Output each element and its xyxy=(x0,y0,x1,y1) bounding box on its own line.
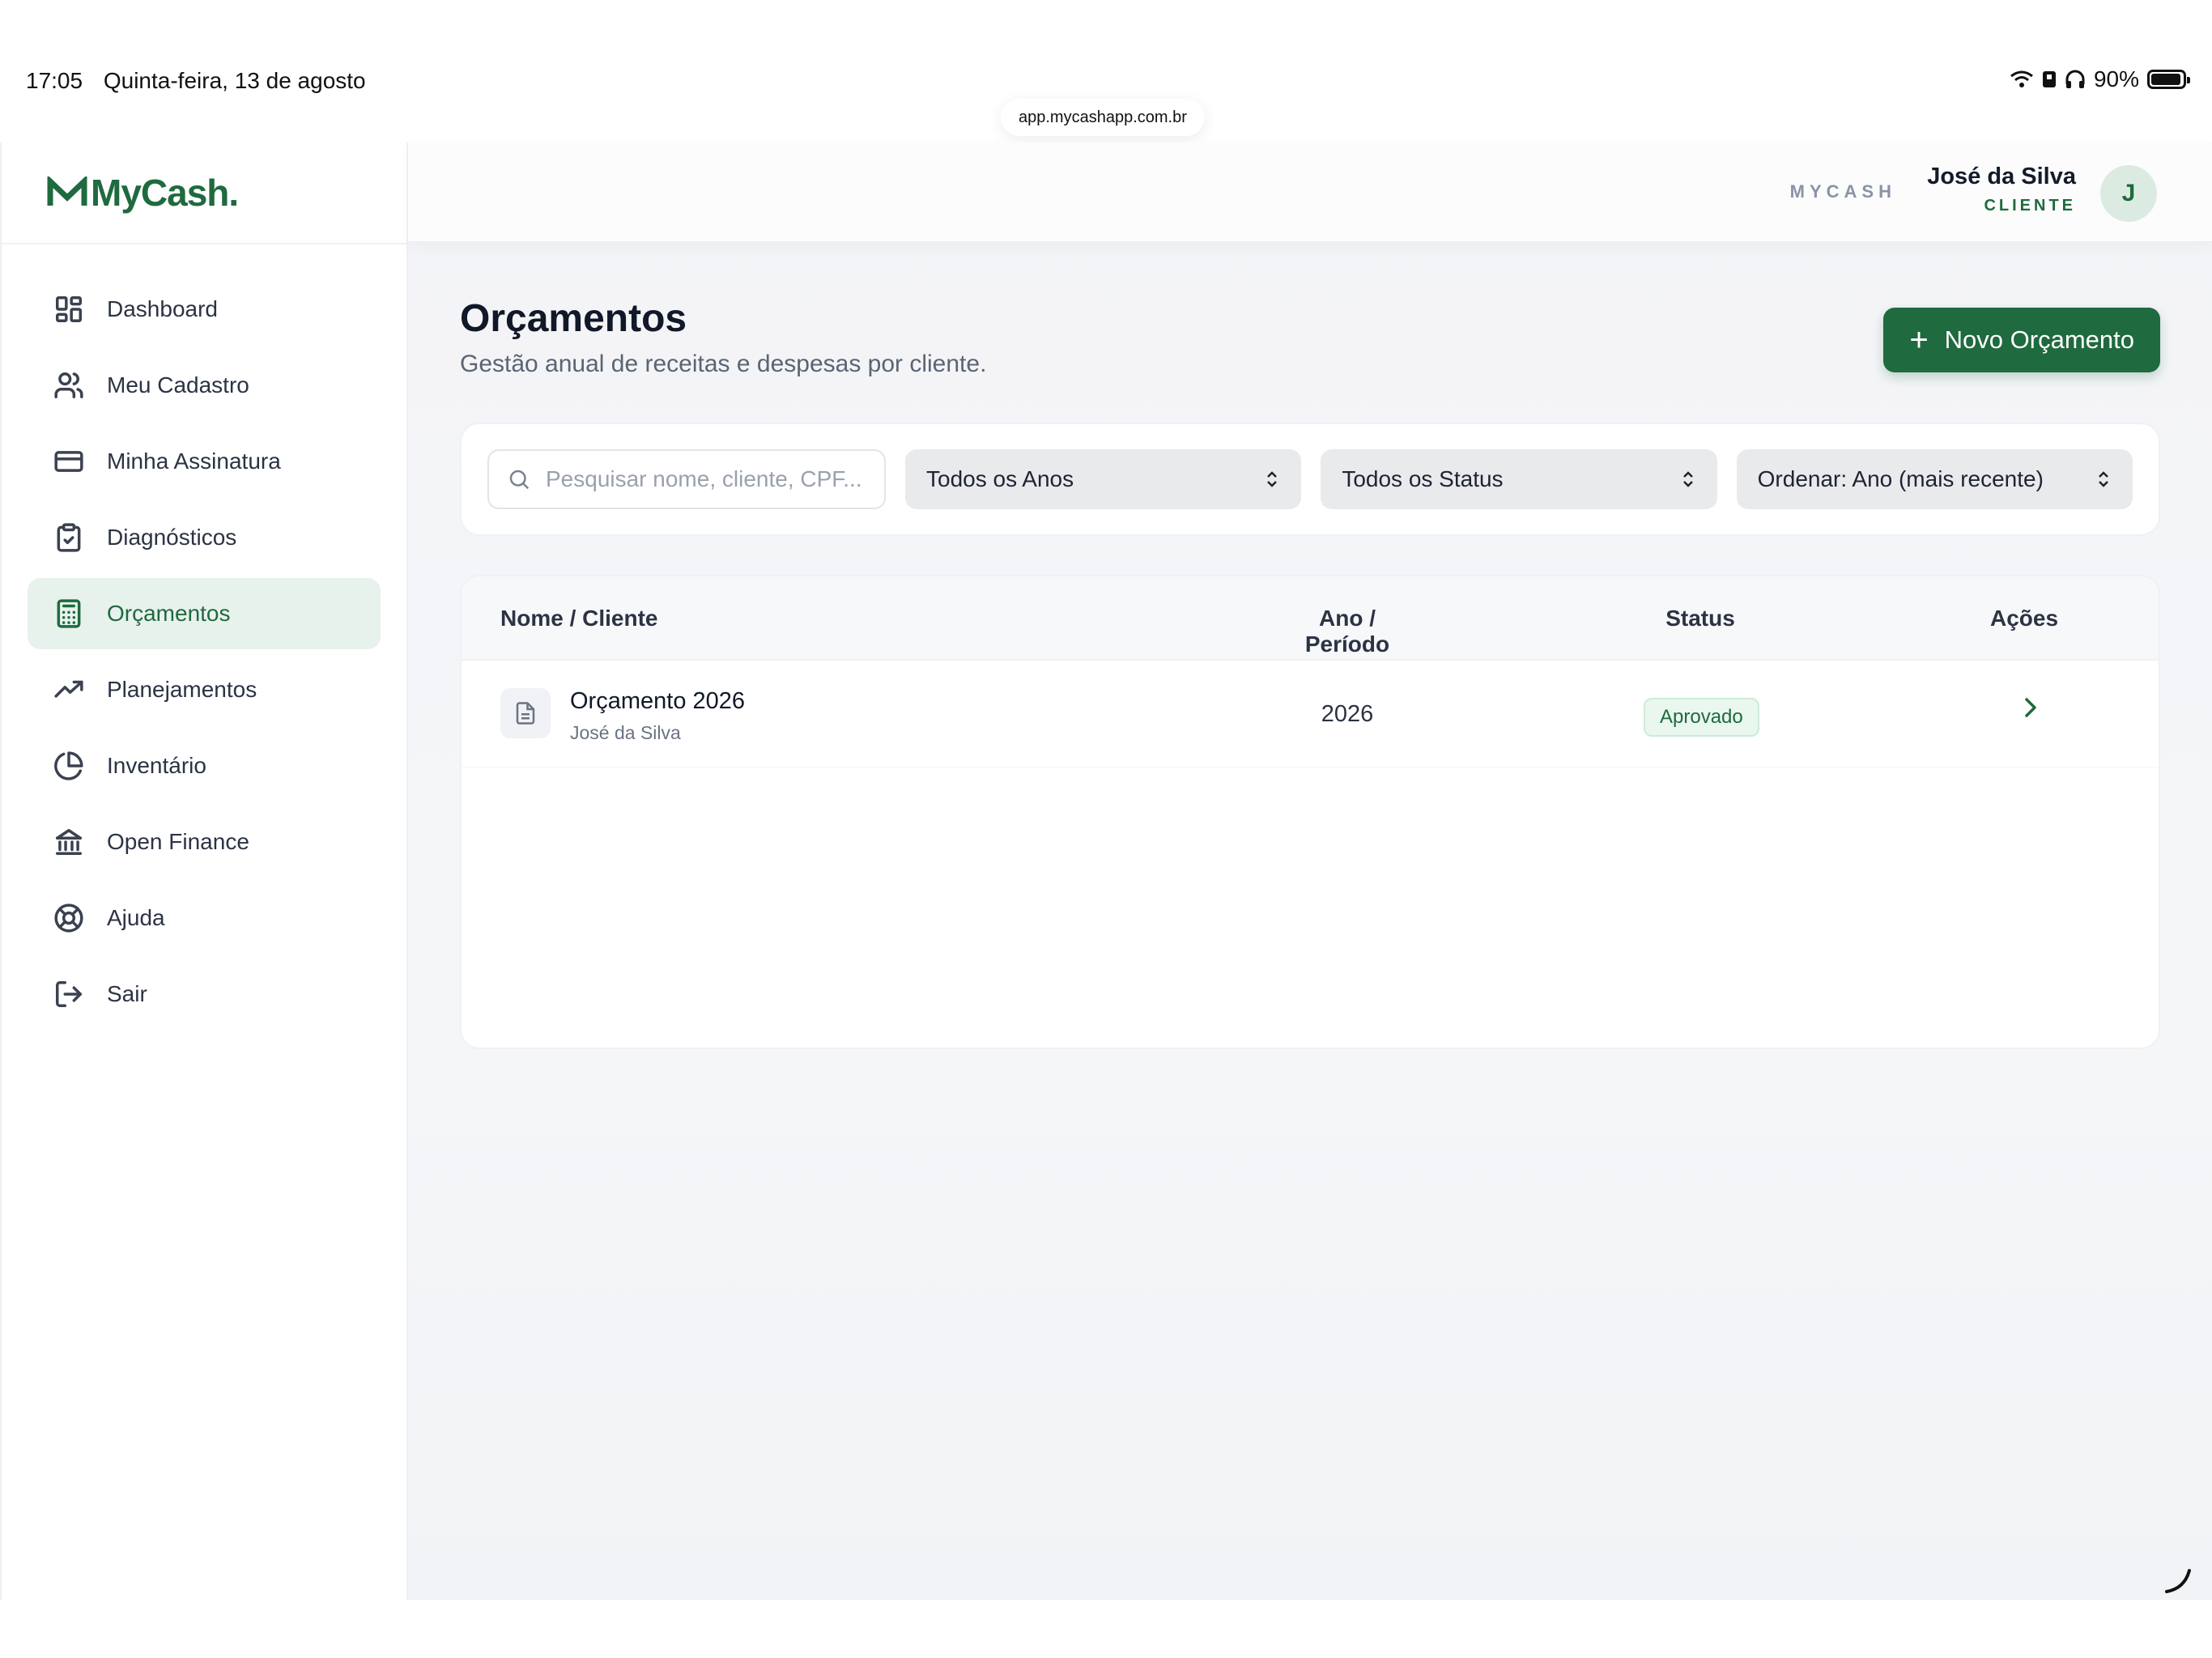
users-icon xyxy=(53,370,84,401)
sidebar-item-meu-cadastro[interactable]: Meu Cadastro xyxy=(28,350,381,421)
sidebar-item-dashboard[interactable]: Dashboard xyxy=(28,274,381,345)
column-header-actions: Ações xyxy=(1989,606,2059,631)
order-select-value: Ordenar: Ano (mais recente) xyxy=(1757,466,2044,491)
user-info[interactable]: José da Silva CLIENTE xyxy=(1927,164,2076,215)
bank-icon xyxy=(53,827,84,857)
sidebar-item-label: Meu Cadastro xyxy=(107,372,249,397)
new-budget-label: Novo Orçamento xyxy=(1944,325,2134,354)
headphones-icon xyxy=(2065,70,2085,88)
trending-up-icon xyxy=(53,674,84,705)
sidebar-item-label: Open Finance xyxy=(107,829,249,854)
sidebar-item-label: Dashboard xyxy=(107,296,218,321)
document-icon xyxy=(500,688,551,738)
column-header-name[interactable]: Nome / Cliente xyxy=(500,606,657,631)
main-content: MYCASH José da Silva CLIENTE J Orçamento… xyxy=(408,142,2212,1600)
sidebar-item-label: Sair xyxy=(107,981,147,1006)
user-role: CLIENTE xyxy=(1984,197,2076,215)
user-name: José da Silva xyxy=(1927,164,2076,189)
status-date: Quinta-feira, 13 de agosto xyxy=(103,68,366,93)
brand-name: MyCash. xyxy=(91,172,239,214)
page-subtitle: Gestão anual de receitas e despesas por … xyxy=(460,351,987,377)
year-select[interactable]: Todos os Anos xyxy=(905,449,1302,509)
sidebar-item-inventario[interactable]: Inventário xyxy=(28,730,381,801)
plus-icon: + xyxy=(1909,322,1929,358)
clipboard-check-icon xyxy=(53,522,84,553)
chevron-up-down-icon xyxy=(1682,471,1693,487)
mycash-logo-icon xyxy=(47,176,87,206)
new-budget-button[interactable]: + Novo Orçamento xyxy=(1883,308,2160,372)
top-header: MYCASH José da Silva CLIENTE J xyxy=(408,142,2212,243)
column-header-status[interactable]: Status xyxy=(1627,606,1773,631)
resize-corner-icon xyxy=(2165,1569,2191,1593)
sidebar-item-label: Orçamentos xyxy=(107,601,231,626)
pie-chart-icon xyxy=(53,750,84,781)
sidebar: MyCash. Dashboard Meu Cadastro Minha Ass… xyxy=(0,142,408,1600)
column-header-year[interactable]: Ano / Período xyxy=(1274,606,1420,657)
sidebar-item-open-finance[interactable]: Open Finance xyxy=(28,806,381,878)
sidebar-item-sair[interactable]: Sair xyxy=(28,959,381,1030)
credit-card-icon xyxy=(53,446,84,477)
sidebar-item-minha-assinatura[interactable]: Minha Assinatura xyxy=(28,426,381,497)
chevron-up-down-icon xyxy=(1267,471,1278,487)
page-title: Orçamentos xyxy=(460,297,687,340)
sidebar-item-label: Ajuda xyxy=(107,905,165,930)
sidebar-item-label: Inventário xyxy=(107,753,206,778)
search-input[interactable] xyxy=(544,466,884,493)
dashboard-icon xyxy=(53,294,84,325)
row-client-name: José da Silva xyxy=(570,722,681,743)
sidebar-item-orcamentos[interactable]: Orçamentos xyxy=(28,578,381,649)
table-row[interactable]: Orçamento 2026 José da Silva 2026 Aprova… xyxy=(462,661,2159,767)
search-box[interactable] xyxy=(487,449,886,509)
url-bar[interactable]: app.mycashapp.com.br xyxy=(1001,99,1205,136)
status-badge: Aprovado xyxy=(1644,698,1759,737)
status-bar: 17:05 Quinta-feira, 13 de agosto 90% app… xyxy=(0,0,2212,142)
status-select[interactable]: Todos os Status xyxy=(1321,449,1717,509)
brand-logo[interactable]: MyCash. xyxy=(2,142,406,244)
wifi-icon xyxy=(2010,70,2033,87)
avatar[interactable]: J xyxy=(2100,165,2157,222)
table-header: Nome / Cliente Ano / Período Status Açõe… xyxy=(462,576,2159,661)
sidebar-item-label: Planejamentos xyxy=(107,677,257,702)
status-bar-datetime: 17:05 Quinta-feira, 13 de agosto xyxy=(26,68,381,94)
search-icon xyxy=(509,470,530,490)
status-time: 17:05 xyxy=(26,68,83,93)
lock-icon xyxy=(2042,71,2056,87)
status-select-value: Todos os Status xyxy=(1342,466,1504,491)
order-select[interactable]: Ordenar: Ano (mais recente) xyxy=(1736,449,2133,509)
budgets-table: Nome / Cliente Ano / Período Status Açõe… xyxy=(460,575,2160,1049)
logout-icon xyxy=(53,979,84,1010)
sidebar-item-label: Diagnósticos xyxy=(107,525,237,550)
chevron-up-down-icon xyxy=(2099,471,2108,487)
battery-icon xyxy=(2147,70,2190,89)
page-header: Orçamentos Gestão anual de receitas e de… xyxy=(460,296,986,378)
sidebar-item-ajuda[interactable]: Ajuda xyxy=(28,882,381,954)
status-indicators: 90% xyxy=(2010,66,2190,92)
row-budget-name[interactable]: Orçamento 2026 xyxy=(570,688,745,715)
sidebar-nav: Dashboard Meu Cadastro Minha Assinatura … xyxy=(2,244,406,1030)
sidebar-item-diagnosticos[interactable]: Diagnósticos xyxy=(28,502,381,573)
year-select-value: Todos os Anos xyxy=(926,466,1074,491)
filters-bar: Todos os Anos Todos os Status Ordenar: A… xyxy=(460,423,2160,536)
calculator-icon xyxy=(53,598,84,629)
row-year: 2026 xyxy=(1321,701,1374,727)
sidebar-item-label: Minha Assinatura xyxy=(107,449,281,474)
battery-percent: 90% xyxy=(2093,66,2139,91)
sidebar-item-planejamentos[interactable]: Planejamentos xyxy=(28,654,381,725)
header-brand: MYCASH xyxy=(1789,181,1896,202)
lifebuoy-icon xyxy=(53,903,84,933)
chevron-right-icon[interactable] xyxy=(2019,693,2042,722)
